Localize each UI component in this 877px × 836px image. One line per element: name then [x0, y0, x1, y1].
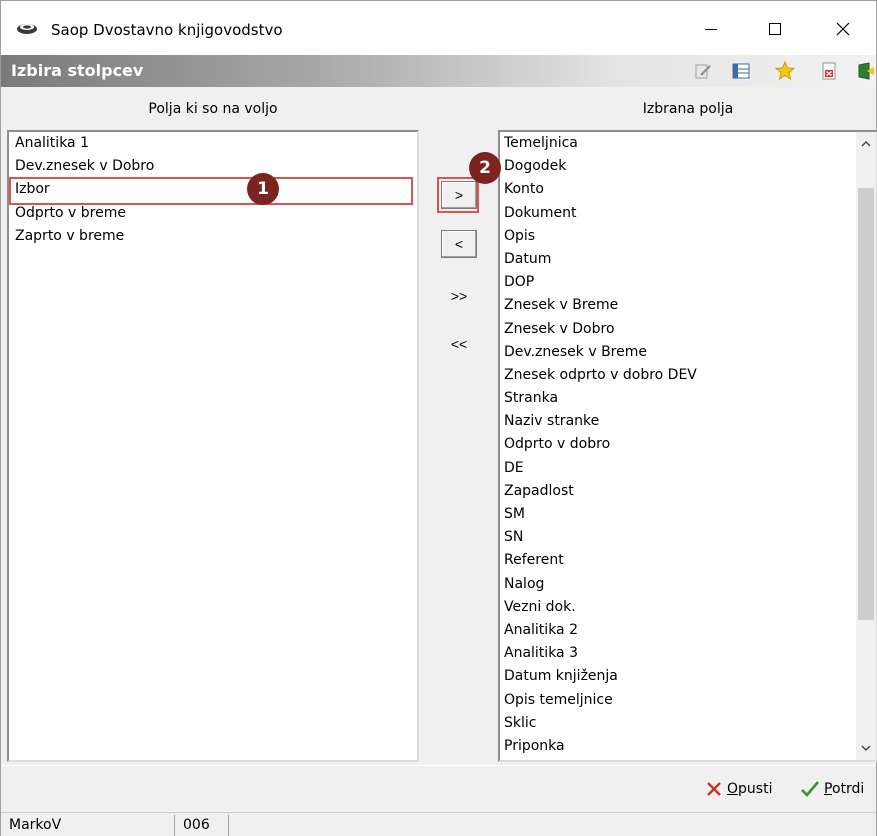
cancel-x-icon [707, 782, 721, 796]
scroll-down-button[interactable] [856, 738, 876, 758]
list-item-izbor[interactable]: Izbor [9, 178, 417, 201]
list-item[interactable]: Znesek v Breme [500, 294, 876, 317]
cancel-button[interactable]: Opusti [705, 776, 772, 802]
list-item[interactable]: Dokument [500, 202, 876, 225]
checkmark-icon [801, 781, 819, 797]
scroll-thumb[interactable] [858, 188, 874, 620]
dialog-footer: Opusti Potrdi [1, 765, 876, 811]
list-item[interactable]: Vezni dok. [500, 596, 876, 619]
chevron-up-icon [861, 141, 871, 147]
dialog-title: Izbira stolpcev [11, 61, 144, 80]
minimize-button[interactable] [681, 9, 741, 49]
selected-fields-heading: Izbrana polja [642, 101, 734, 117]
list-item[interactable]: Nalog [500, 573, 876, 596]
list-item[interactable]: Referent [500, 549, 876, 572]
list-item[interactable]: Odprto v breme [9, 202, 417, 225]
list-item[interactable]: Zapadlost [500, 480, 876, 503]
available-fields-heading: Polja ki so na voljo [148, 101, 278, 117]
list-item[interactable]: DOP [500, 271, 876, 294]
list-item[interactable]: Dogodek [500, 155, 876, 178]
close-icon [836, 22, 850, 36]
list-item[interactable]: Zaprto v breme [9, 225, 417, 248]
add-all-fields-button[interactable]: >> [441, 282, 477, 310]
list-item[interactable]: Znesek v Dobro [500, 318, 876, 341]
list-item[interactable]: Stranka [500, 387, 876, 410]
list-item[interactable]: DE [500, 457, 876, 480]
edit-icon[interactable] [693, 61, 713, 81]
app-logo-icon [17, 24, 37, 34]
main-window: Saop Dvostavno knjigovodstvo Izbira stol… [0, 0, 877, 836]
maximize-button[interactable] [745, 9, 805, 49]
close-button[interactable] [813, 9, 873, 49]
selected-fields-list[interactable]: Temeljnica Dogodek Konto Dokument Opis Datum D… [498, 130, 877, 762]
list-item[interactable]: Konto [500, 178, 876, 201]
title-bar: Saop Dvostavno knjigovodstvo [1, 1, 876, 55]
list-item[interactable]: SM [500, 503, 876, 526]
favorite-star-icon[interactable] [775, 61, 795, 81]
chevron-down-icon [861, 745, 871, 751]
list-item[interactable]: Analitika 1 [9, 132, 417, 155]
dialog-header: Izbira stolpcev [1, 55, 876, 87]
columns-icon[interactable] [731, 61, 751, 81]
step-badge-2: 2 [469, 152, 501, 184]
vertical-scrollbar[interactable] [856, 132, 876, 760]
list-item[interactable]: SN [500, 526, 876, 549]
list-item[interactable]: Dev.znesek v Dobro [9, 155, 417, 178]
available-fields-list[interactable]: Analitika 1 Dev.znesek v Dobro Izbor Odp… [7, 130, 419, 762]
list-item[interactable]: Znesek odprto v dobro DEV [500, 364, 876, 387]
list-item[interactable]: Dev.znesek v Breme [500, 341, 876, 364]
list-item[interactable]: Analitika 2 [500, 619, 876, 642]
add-field-button[interactable]: > [441, 181, 477, 209]
list-item[interactable]: Datum knjiženja [500, 665, 876, 688]
step-badge-1: 1 [247, 173, 279, 205]
status-bar: MarkoV 006 [1, 812, 876, 836]
pdf-export-icon[interactable] [819, 61, 839, 81]
list-item[interactable]: Temeljnica [500, 132, 876, 155]
status-user: MarkoV [3, 815, 175, 836]
minimize-icon [705, 29, 717, 30]
status-message [231, 815, 874, 836]
list-item[interactable]: Priponka [500, 735, 876, 758]
confirm-label: Potrdi [824, 781, 865, 797]
scroll-up-button[interactable] [856, 134, 876, 154]
window-title: Saop Dvostavno knjigovodstvo [51, 21, 283, 39]
list-item[interactable]: Opis temeljnice [500, 689, 876, 712]
maximize-icon [769, 23, 781, 35]
list-item[interactable]: Datum [500, 248, 876, 271]
remove-all-fields-button[interactable]: << [441, 330, 477, 358]
list-item[interactable]: Opis [500, 225, 876, 248]
confirm-button[interactable]: Potrdi [800, 776, 864, 802]
cancel-label: Opusti [727, 781, 773, 797]
list-item[interactable]: Odprto v dobro [500, 433, 876, 456]
list-item[interactable]: Naziv stranke [500, 410, 876, 433]
list-item[interactable]: Analitika 3 [500, 642, 876, 665]
exit-icon[interactable] [856, 61, 876, 81]
list-item[interactable]: Sklic [500, 712, 876, 735]
remove-field-button[interactable]: < [441, 230, 477, 258]
status-code: 006 [177, 815, 229, 836]
